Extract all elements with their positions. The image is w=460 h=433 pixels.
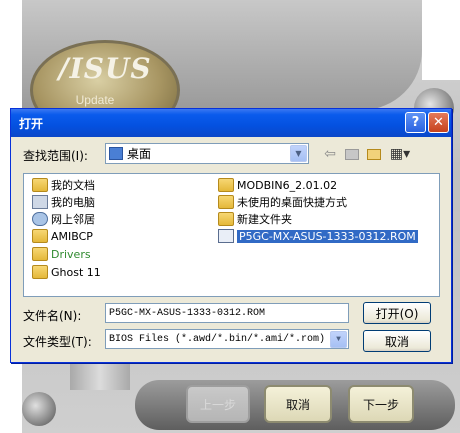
back-arrow-icon[interactable]: ⇦ bbox=[321, 145, 339, 163]
new-folder-icon[interactable] bbox=[365, 145, 383, 163]
lookin-value: 桌面 bbox=[127, 147, 152, 161]
folder-icon bbox=[218, 178, 234, 192]
list-item[interactable]: AMIBCP bbox=[32, 228, 93, 244]
close-button[interactable]: ✕ bbox=[428, 112, 449, 133]
help-button[interactable]: ? bbox=[405, 112, 426, 133]
file-list[interactable]: 我的文档 我的电脑 网上邻居 AMIBCP Drivers Ghost 11 M… bbox=[23, 173, 440, 297]
filename-label: 文件名(N): bbox=[23, 309, 82, 323]
list-item[interactable]: 我的文档 bbox=[32, 177, 95, 193]
folder-icon bbox=[32, 247, 48, 261]
view-menu-icon[interactable]: ▦▾ bbox=[387, 145, 413, 163]
folder-icon bbox=[218, 212, 234, 226]
asus-logo: /ISUS bbox=[58, 52, 152, 85]
decorative-knob-bottom bbox=[22, 392, 56, 426]
folder-icon bbox=[32, 265, 48, 279]
lookin-dropdown[interactable]: 桌面 ▼ bbox=[105, 143, 309, 164]
app-title: Update bbox=[75, 93, 115, 107]
list-item[interactable]: MODBIN6_2.01.02 bbox=[218, 177, 337, 193]
list-item[interactable]: 新建文件夹 bbox=[218, 211, 292, 227]
filename-input[interactable]: P5GC-MX-ASUS-1333-0312.ROM bbox=[105, 303, 349, 323]
dialog-titlebar[interactable]: 打开 bbox=[11, 109, 451, 137]
help-icon: ? bbox=[411, 115, 420, 130]
open-file-dialog: 打开 ? ✕ 查找范围(I): 桌面 ▼ ⇦ ▦▾ 我的文档 我的电脑 网上邻居 bbox=[10, 108, 452, 363]
list-item[interactable]: 网上邻居 bbox=[32, 211, 95, 227]
filetype-value: BIOS Files (*.awd/*.bin/*.ami/*.rom) bbox=[109, 333, 326, 345]
list-item[interactable]: 我的电脑 bbox=[32, 194, 95, 210]
filetype-label: 文件类型(T): bbox=[23, 335, 92, 349]
chevron-down-icon[interactable]: ▼ bbox=[290, 145, 307, 162]
list-item[interactable]: Ghost 11 bbox=[32, 264, 101, 280]
lookin-label: 查找范围(I): bbox=[23, 149, 88, 163]
filetype-select[interactable]: BIOS Files (*.awd/*.bin/*.ami/*.rom) ▼ bbox=[105, 329, 349, 349]
documents-folder-icon bbox=[32, 178, 48, 192]
desktop-icon bbox=[109, 147, 123, 160]
list-item-selected[interactable]: P5GC-MX-ASUS-1333-0312.ROM bbox=[218, 228, 418, 244]
close-icon: ✕ bbox=[433, 115, 444, 130]
app-edge-right bbox=[422, 0, 460, 80]
open-button[interactable]: 打开(O) bbox=[363, 302, 431, 324]
folder-icon bbox=[32, 229, 48, 243]
list-item[interactable]: 未使用的桌面快捷方式 bbox=[218, 194, 347, 210]
rom-file-icon bbox=[218, 229, 234, 243]
dialog-cancel-button[interactable]: 取消 bbox=[363, 330, 431, 352]
back-button[interactable]: 上一步 bbox=[186, 385, 250, 423]
list-item[interactable]: Drivers bbox=[32, 246, 91, 262]
next-button[interactable]: 下一步 bbox=[348, 385, 414, 423]
app-cancel-button[interactable]: 取消 bbox=[264, 385, 332, 423]
decorative-stand bbox=[70, 364, 130, 390]
dialog-title: 打开 bbox=[19, 116, 44, 131]
chevron-down-icon[interactable]: ▼ bbox=[330, 331, 347, 348]
up-folder-icon[interactable] bbox=[343, 145, 361, 163]
network-icon bbox=[32, 212, 48, 226]
computer-icon bbox=[32, 195, 48, 209]
folder-icon bbox=[218, 195, 234, 209]
